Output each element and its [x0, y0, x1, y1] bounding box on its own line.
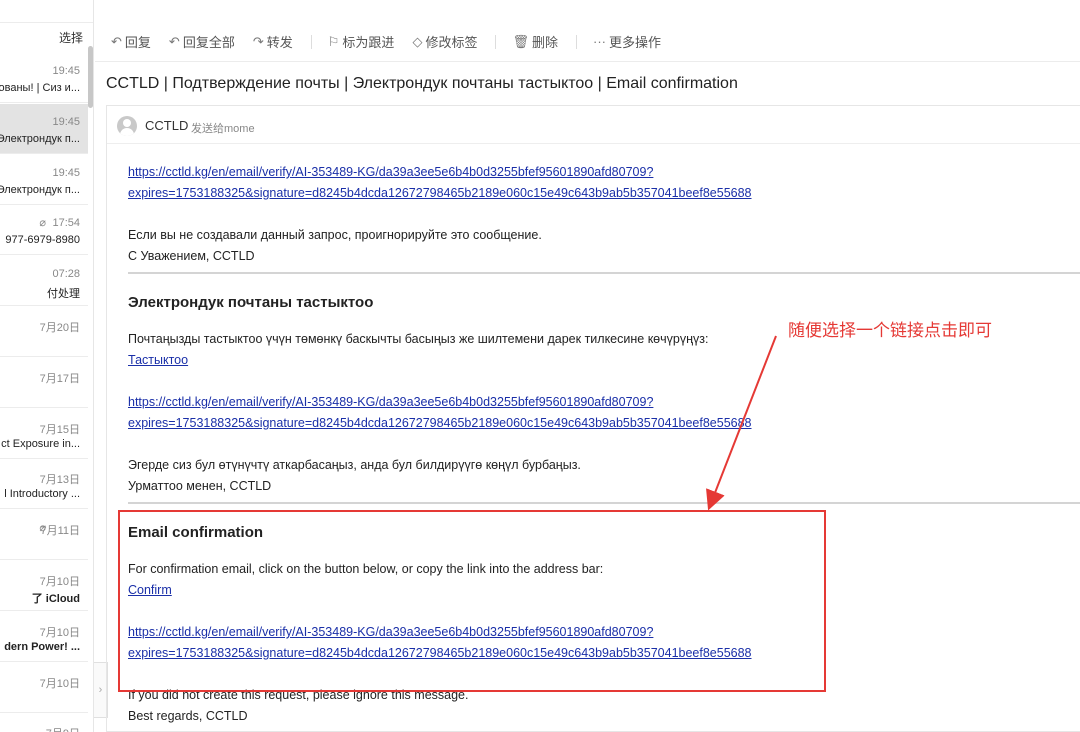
- mail-time: 7月13日: [39, 474, 80, 487]
- reply-label: 回复: [124, 35, 151, 50]
- forward-button[interactable]: ↷ 转发: [253, 32, 293, 51]
- recipient-text: 发送给mome: [191, 123, 255, 135]
- trash-icon: 🗑: [512, 33, 529, 49]
- mail-subject-preview: 付处理: [47, 288, 80, 301]
- mail-time: 17:54: [52, 217, 80, 230]
- regards-ru: С Уважением, CCTLD: [128, 249, 255, 263]
- mail-list-item[interactable]: 19:45 Электрондук п...: [0, 155, 88, 205]
- reply-all-icon: ↶: [168, 33, 180, 49]
- mail-list-item[interactable]: 7月9日: [0, 713, 88, 732]
- verify-link-ky-line1[interactable]: https://cctld.kg/en/email/verify/AI-3534…: [128, 395, 653, 409]
- mail-list-item[interactable]: 7月20日: [0, 307, 88, 357]
- mail-list-item[interactable]: 7月17日: [0, 358, 88, 408]
- reply-button[interactable]: ↶ 回复: [111, 32, 151, 51]
- mail-list-item[interactable]: 7月13日 l Introductory ...: [0, 459, 88, 510]
- mail-time: 7月15日: [39, 423, 80, 436]
- mail-subject-preview: l Introductory ...: [4, 488, 80, 501]
- flag-label: 标为跟进: [342, 35, 395, 50]
- mail-subject-preview: 了 iCloud: [31, 593, 80, 605]
- more-actions-button[interactable]: ··· 更多操作: [593, 32, 661, 51]
- mail-list-item[interactable]: 7月15日 ct Exposure in...: [0, 409, 88, 459]
- mail-subject-preview: ованы! | Сиз и...: [0, 82, 80, 94]
- mail-subject-preview: ct Exposure in...: [1, 437, 80, 450]
- sender-bar: CCTLD 发送给mome: [107, 106, 1080, 144]
- mail-time: 7月10日: [39, 576, 80, 588]
- mail-list-item[interactable]: ⌀ 7月11日: [0, 510, 88, 561]
- toolbar-divider: [495, 34, 497, 49]
- toolbar-divider: [575, 34, 577, 49]
- reply-all-label: 回复全部: [182, 35, 235, 50]
- scrollbar-thumb[interactable]: [88, 46, 93, 108]
- avatar[interactable]: [117, 116, 137, 136]
- toolbar: ↶ 回复 ↶ 回复全部 ↷ 转发 ⚐ 标为跟进 ◇ 修改标签 🗑 删除 ··· …: [95, 22, 1080, 62]
- mail-subject-preview: 977-6979-8980: [5, 234, 80, 247]
- regards-ky: Урматтоо менен, CCTLD: [128, 479, 272, 493]
- mail-list-item[interactable]: 7月10日 dern Power! ...: [0, 612, 88, 662]
- flag-button[interactable]: ⚐ 标为跟进: [328, 32, 395, 51]
- mail-list: 选择 19:45 ованы! | Сиз и... 19:45 Электронду…: [0, 0, 94, 732]
- ignore-text-ru: Если вы не создавали данный запрос, прои…: [128, 228, 542, 242]
- attachment-icon: ⌀: [39, 217, 46, 230]
- heading-ky: Электрондук почтаны тастыктоо: [128, 294, 374, 311]
- section-divider: [128, 502, 1080, 504]
- mail-time: 7月10日: [39, 626, 80, 639]
- mail-list-item[interactable]: 19:45 Электрондук п...: [0, 103, 88, 154]
- select-button[interactable]: 选择: [59, 29, 83, 46]
- mail-time: 7月20日: [39, 322, 80, 334]
- section-divider: [128, 272, 1080, 274]
- verify-link-ru-line1[interactable]: https://cctld.kg/en/email/verify/AI-3534…: [128, 165, 653, 179]
- mail-list-item[interactable]: 19:45 ованы! | Сиз и...: [0, 53, 88, 103]
- forward-label: 转发: [266, 35, 293, 50]
- verify-link-ky-line2[interactable]: expires=1753188325&signature=d8245b4dcda…: [128, 416, 752, 430]
- tag-button[interactable]: ◇ 修改标签: [412, 32, 477, 51]
- verify-link-ru-line2[interactable]: expires=1753188325&signature=d8245b4dcda…: [128, 186, 752, 200]
- ignore-text-ky: Эгерде сиз бул өтүнүчтү аткарбасаңыз, ан…: [128, 458, 581, 472]
- mail-subject-preview: Электрондук п...: [0, 183, 80, 196]
- mail-list-item[interactable]: 7月10日了 iCloud: [0, 561, 88, 611]
- mail-list-item[interactable]: 07:28 付处理: [0, 256, 88, 307]
- window-top-strip: [95, 0, 1080, 22]
- mail-time: 19:45: [52, 166, 80, 179]
- reply-icon: ↶: [111, 33, 122, 49]
- mail-time: 7月11日: [40, 525, 80, 538]
- message-subject: CCTLD | Подтверждение почты | Электронду…: [106, 75, 738, 92]
- flag-icon: ⚐: [327, 33, 340, 49]
- delete-label: 删除: [531, 35, 558, 50]
- forward-icon: ↷: [252, 33, 264, 49]
- mail-list-item[interactable]: ⌀ 17:54 977-6979-8980: [0, 205, 88, 256]
- sender-name[interactable]: CCTLD: [145, 118, 188, 133]
- regards-en: Best regards, CCTLD: [128, 709, 248, 723]
- tag-icon: ◇: [412, 33, 423, 49]
- annotation-highlight-box: [118, 510, 826, 692]
- mail-time: 07:28: [52, 268, 80, 281]
- more-label: 更多操作: [608, 35, 661, 50]
- delete-button[interactable]: 🗑 删除: [512, 32, 558, 51]
- more-icon: ···: [592, 34, 606, 49]
- confirm-link-ky[interactable]: Тастыктоо: [128, 353, 188, 367]
- divider: [0, 22, 93, 23]
- toolbar-divider: [310, 34, 312, 49]
- annotation-text: 随便选择一个链接点击即可: [788, 321, 992, 340]
- mail-time: 7月9日: [46, 725, 80, 732]
- mail-time: 7月10日: [39, 677, 80, 690]
- mail-list-item[interactable]: 7月10日: [0, 663, 88, 713]
- mail-time: 7月17日: [39, 372, 80, 385]
- instruction-ky: Почтаңызды тастыктоо үчүн төмөнкү баскыч…: [128, 332, 709, 346]
- reply-all-button[interactable]: ↶ 回复全部: [169, 32, 235, 51]
- mail-time: 19:45: [52, 65, 80, 77]
- mail-time: 19:45: [52, 115, 80, 128]
- mail-subject-preview: Электрондук п...: [0, 132, 80, 145]
- tag-label: 修改标签: [425, 35, 478, 50]
- mail-subject-preview: dern Power! ...: [4, 640, 80, 653]
